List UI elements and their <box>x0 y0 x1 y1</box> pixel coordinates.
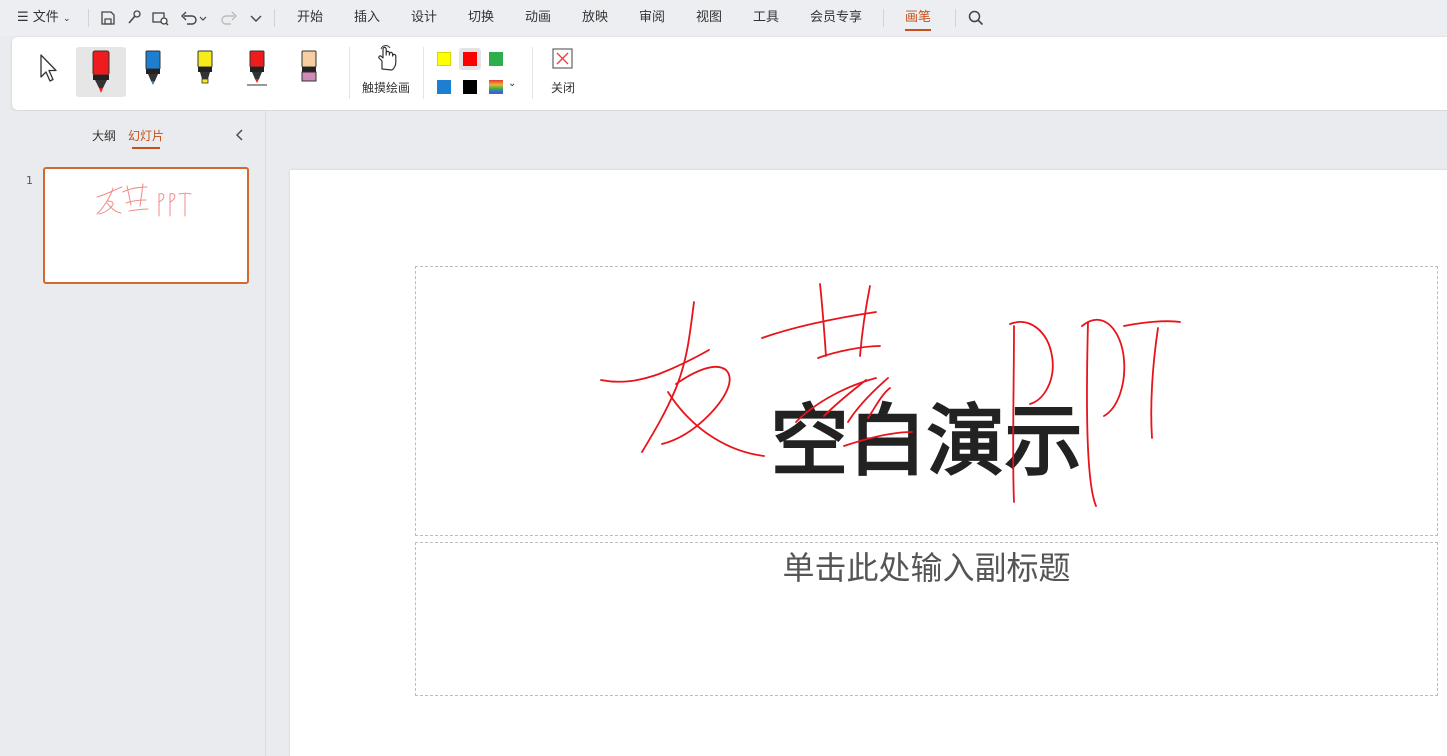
tab-animation[interactable]: 动画 <box>525 0 551 36</box>
slide-thumbnail[interactable] <box>43 167 249 284</box>
save-icon[interactable] <box>98 8 118 28</box>
tab-insert[interactable]: 插入 <box>354 0 380 36</box>
search-icon[interactable] <box>966 8 986 28</box>
tab-transition[interactable]: 切换 <box>468 0 494 36</box>
red-marker-tool[interactable] <box>76 47 126 97</box>
color-red[interactable] <box>459 48 481 70</box>
tab-design[interactable]: 设计 <box>411 0 437 36</box>
tab-pen[interactable]: 画笔 <box>905 0 932 36</box>
quick-access-more-icon[interactable] <box>246 8 266 28</box>
chevron-down-icon: ⌄ <box>62 14 71 24</box>
red-pen-icon <box>247 50 267 86</box>
peach-pen-icon <box>301 50 317 82</box>
slide-subtitle: 单击此处输入副标题 <box>782 549 1071 587</box>
more-colors-button[interactable]: ⌄ <box>485 76 521 98</box>
touch-draw-label: 触摸绘画 <box>362 81 411 95</box>
color-palette-icon <box>489 80 503 94</box>
slide-title: 空白演示 <box>770 397 1083 487</box>
subtitle-placeholder[interactable]: 单击此处输入副标题 <box>415 542 1438 696</box>
yellow-highlighter-icon <box>197 50 213 84</box>
color-green[interactable] <box>485 48 507 70</box>
touch-draw-button[interactable]: 触摸绘画 <box>360 43 414 101</box>
slide-panel: 大纲 幻灯片 1 <box>0 111 266 756</box>
close-box-icon <box>552 48 573 69</box>
blue-pen-tool[interactable] <box>128 47 178 97</box>
file-menu-label: 文件 <box>32 10 59 25</box>
close-label: 关闭 <box>551 81 576 95</box>
file-menu[interactable]: ☰ 文件 ⌄ <box>17 0 71 36</box>
tab-slideshow[interactable]: 放映 <box>582 0 608 36</box>
yellow-highlighter-tool[interactable] <box>180 47 230 97</box>
redo-icon[interactable] <box>220 8 240 28</box>
tab-review[interactable]: 审阅 <box>639 0 665 36</box>
color-blue[interactable] <box>433 76 455 98</box>
red-marker-icon <box>92 50 110 93</box>
select-tool[interactable] <box>24 47 74 97</box>
format-painter-icon[interactable] <box>124 8 144 28</box>
thumbnail-ink-drawing <box>96 183 192 217</box>
color-black[interactable] <box>459 76 481 98</box>
tab-tools[interactable]: 工具 <box>753 0 779 36</box>
chevron-down-icon: ⌄ <box>508 78 517 89</box>
blue-pen-icon <box>145 50 161 85</box>
tab-slides[interactable]: 幻灯片 <box>128 127 164 149</box>
cursor-arrow-icon <box>40 54 57 82</box>
red-pen-tool[interactable] <box>232 47 282 97</box>
peach-pen-tool[interactable] <box>284 47 334 97</box>
menu-bar: ☰ 文件 ⌄ 开始 插入 设计 切换 动画 放映 审阅 视图 工具 会员专享 画… <box>0 0 1447 36</box>
print-preview-icon[interactable] <box>150 8 170 28</box>
close-pen-button[interactable]: 关闭 <box>542 43 584 101</box>
slide-number: 1 <box>26 174 33 187</box>
hamburger-icon: ☰ <box>17 10 29 25</box>
undo-icon[interactable] <box>178 8 208 28</box>
tab-view[interactable]: 视图 <box>696 0 722 36</box>
collapse-panel-icon[interactable] <box>233 128 247 142</box>
slide-canvas[interactable]: 空白演示 单击此处输入副标题 <box>290 170 1447 756</box>
color-yellow[interactable] <box>433 48 455 70</box>
tab-start[interactable]: 开始 <box>297 0 323 36</box>
pen-ribbon: 触摸绘画 ⌄ 关闭 <box>12 37 1447 110</box>
tab-outline[interactable]: 大纲 <box>92 127 116 144</box>
title-placeholder[interactable]: 空白演示 <box>415 266 1438 536</box>
tab-member[interactable]: 会员专享 <box>810 0 862 36</box>
hand-touch-icon <box>378 45 397 71</box>
